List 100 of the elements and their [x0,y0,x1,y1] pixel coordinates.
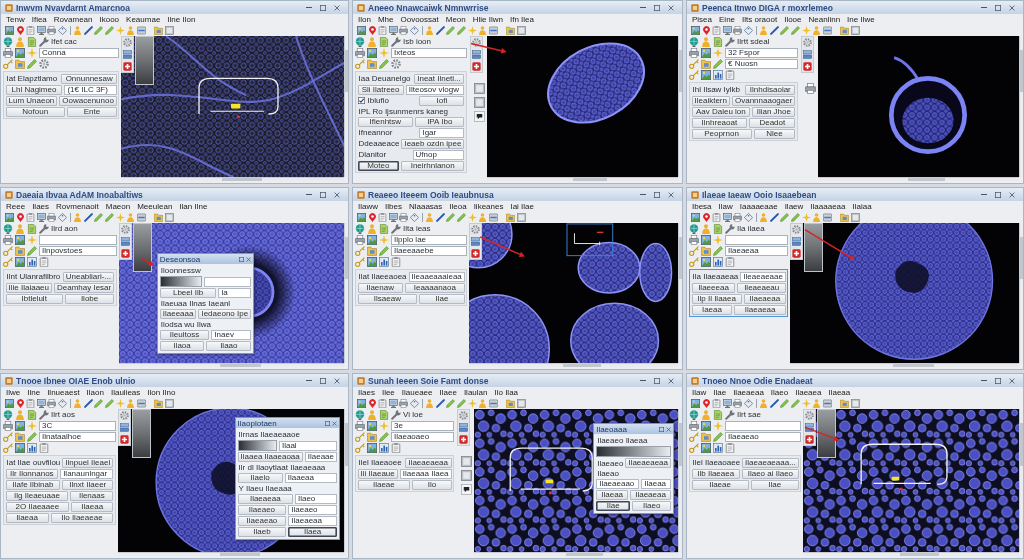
close-icon[interactable] [334,377,340,384]
menu-item[interactable]: Ilaeo [770,387,789,397]
close-icon[interactable] [1009,191,1015,198]
input-field[interactable]: Ilteosov vlogw [405,84,465,95]
minimize-icon[interactable] [640,6,646,9]
picture-icon[interactable] [15,420,25,431]
diamond-icon[interactable] [409,25,419,35]
menu-item[interactable]: Ilan Ilne [179,201,208,211]
picture-icon[interactable] [5,25,14,35]
option-button[interactable]: Ileaeaeau [737,282,786,293]
option-button[interactable]: Ilaeaa [596,490,629,500]
wrench-icon[interactable] [39,409,49,420]
frame-icon[interactable] [461,456,473,467]
scanner-icon[interactable] [822,25,832,35]
gear-icon[interactable] [792,225,802,234]
maximize-icon[interactable] [325,420,330,426]
wrench-icon[interactable] [391,36,401,47]
clipboard-icon[interactable] [712,398,722,408]
maximize-icon[interactable] [995,377,1001,384]
option-button[interactable]: Ilo Ilaeaeae [50,512,114,523]
menu-item[interactable]: Ilee [381,387,395,397]
input-field[interactable] [725,234,789,245]
globe-icon[interactable] [689,223,699,234]
option-button[interactable]: Ilaeaa [71,501,114,512]
checkbox[interactable] [357,97,365,104]
menu-item[interactable]: Ilaw [718,201,733,211]
first-aid-icon[interactable] [471,249,481,258]
clipboard-icon[interactable] [725,442,735,453]
menu-item[interactable]: Ilon Ilno [147,387,176,397]
option-button[interactable]: Ilg Ileaeuaae [5,490,69,501]
menu-item[interactable]: Ine Ilwe [847,14,875,24]
pin-icon[interactable] [701,25,711,35]
option-button[interactable]: Ieaeb ozdn ipee [401,138,465,149]
option-button[interactable]: Ilaeb [237,527,287,537]
line-icon[interactable] [83,212,93,222]
clipboard-icon[interactable] [712,212,722,222]
sparkle-icon[interactable] [115,398,125,408]
input-field[interactable] [39,234,117,245]
pin-icon[interactable] [15,398,25,408]
option-button[interactable]: Ilnhreaoat [691,117,748,128]
picture-icon[interactable] [357,25,366,35]
chart-icon[interactable] [27,442,37,453]
input-field[interactable]: Igar [419,127,465,138]
globe-icon[interactable] [689,36,699,47]
menu-item[interactable]: Ilaew [784,201,804,211]
tray-icon[interactable] [802,50,812,59]
tray-icon[interactable] [119,423,129,432]
gear-icon[interactable] [119,411,129,420]
key-icon[interactable] [689,256,699,267]
tray-icon[interactable] [123,50,133,59]
menu-item[interactable]: Pisea [692,14,712,24]
menu-item[interactable]: Ifn Ilea [509,14,534,24]
option-button[interactable]: Iaeaa [691,304,733,315]
option-button[interactable]: Aav Daleu lon [691,106,751,117]
monitor-icon[interactable] [388,212,398,222]
menu-item[interactable]: Ilwe [6,387,21,397]
menu-item[interactable]: Ifiea [31,14,47,24]
option-button[interactable]: Ilaelo [237,473,283,483]
menu-item[interactable]: Ileoa [449,201,467,211]
picture-icon[interactable] [15,234,25,245]
comment-icon[interactable] [473,111,485,122]
globe-icon[interactable] [3,223,13,234]
input-field[interactable]: Ilaeaeo [288,505,337,515]
option-button[interactable]: Ilian Jhoe [752,106,796,117]
maximize-icon[interactable] [239,256,245,262]
folder-icon[interactable] [367,245,377,256]
minimize-icon[interactable] [981,193,987,196]
scrollbar[interactable] [1019,409,1023,552]
input-field[interactable]: la [218,288,252,298]
person-icon[interactable] [812,398,822,408]
scrollbar[interactable] [817,177,1019,181]
pin-icon[interactable] [15,212,25,222]
picture-icon[interactable] [357,212,366,222]
scrollbar[interactable] [486,177,678,181]
line-icon[interactable] [435,212,445,222]
option-button[interactable]: Ibtlelult [5,293,63,304]
printer-icon[interactable] [689,234,699,245]
close-icon[interactable] [668,377,674,384]
line-icon[interactable] [769,398,779,408]
menu-item[interactable]: Ikooo [99,14,120,24]
frame-icon[interactable] [516,212,526,222]
sparkle-icon[interactable] [467,398,477,408]
clipboard-icon[interactable] [26,398,36,408]
tray-icon[interactable] [805,423,815,432]
printer-icon[interactable] [355,420,365,431]
printer-icon[interactable] [355,47,365,58]
line-icon[interactable] [435,25,445,35]
printer-icon[interactable] [689,47,699,58]
picture-icon[interactable] [691,398,700,408]
option-button[interactable]: Ilaeaa [5,512,49,523]
minimize-icon[interactable] [640,193,646,196]
menu-item[interactable]: Iai Ilae [510,201,534,211]
scanner-icon[interactable] [136,398,146,408]
minimize-icon[interactable] [981,6,987,9]
printer-icon[interactable] [3,47,13,58]
clipboard-icon[interactable] [39,256,49,267]
person-icon[interactable] [478,398,488,408]
person-icon[interactable] [812,212,822,222]
maximize-icon[interactable] [995,191,1001,198]
folder-icon[interactable] [15,431,25,442]
